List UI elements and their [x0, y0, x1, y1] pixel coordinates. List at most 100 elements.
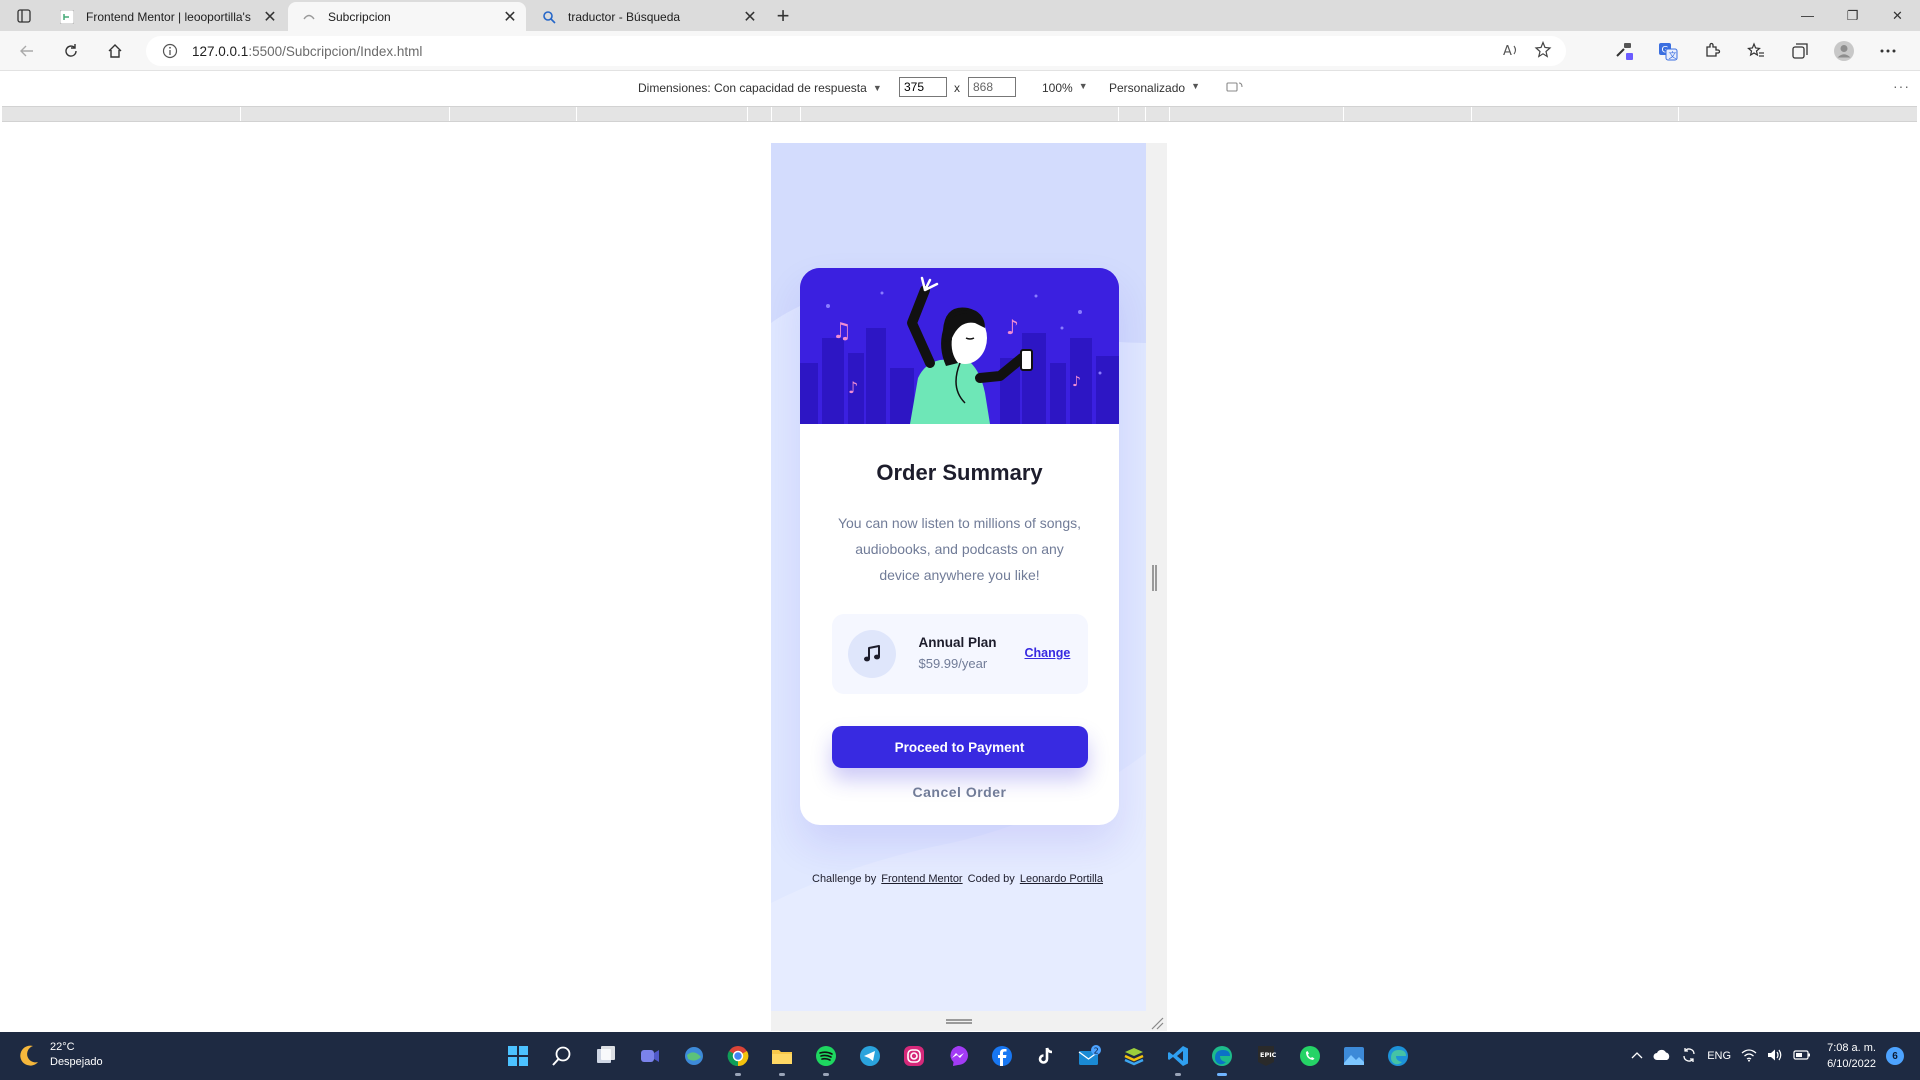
challenge-by-text: Challenge by: [812, 873, 877, 885]
weather-temp: 22°C: [50, 1041, 75, 1053]
vscode-icon[interactable]: [1162, 1040, 1194, 1076]
edge-dev-icon[interactable]: [1382, 1040, 1414, 1072]
device-viewport: ♫ ♪ ♪ ♪ Order Summary You can now listen…: [771, 143, 1146, 1011]
throttle-value: Personalizado: [1109, 81, 1186, 95]
svg-text:A: A: [1503, 44, 1512, 59]
close-tab-icon[interactable]: ✕: [740, 7, 760, 27]
media-query-ruler[interactable]: [2, 106, 1917, 122]
order-summary-description: You can now listen to millions of songs,…: [837, 515, 1082, 583]
volume-icon[interactable]: [1767, 1048, 1783, 1065]
translate-icon[interactable]: G文: [1646, 38, 1690, 64]
profile-avatar-icon[interactable]: [1822, 38, 1866, 64]
chevron-down-icon: ▼: [872, 83, 882, 93]
dimensions-select[interactable]: Dimensiones: Con capacidad de respuesta …: [638, 81, 882, 95]
notification-badge[interactable]: 6: [1886, 1047, 1904, 1065]
close-tab-icon[interactable]: ✕: [500, 7, 520, 27]
telegram-icon[interactable]: [854, 1040, 886, 1072]
messenger-icon[interactable]: [942, 1040, 974, 1072]
settings-more-icon[interactable]: [1866, 38, 1910, 64]
restore-icon[interactable]: ❐: [1830, 0, 1875, 31]
author-link[interactable]: Leonardo Portilla: [1020, 873, 1103, 885]
dimensions-label: Dimensiones: Con capacidad de respuesta: [638, 81, 867, 95]
rotate-device-icon[interactable]: [1226, 80, 1244, 97]
cancel-order-button[interactable]: Cancel Order: [913, 784, 1007, 800]
wifi-icon[interactable]: [1741, 1048, 1757, 1065]
svg-text:♪: ♪: [848, 378, 858, 397]
instagram-icon[interactable]: [898, 1040, 930, 1072]
zoom-select[interactable]: 100% ▼: [1042, 81, 1088, 95]
bluestacks-icon[interactable]: [1118, 1040, 1150, 1072]
file-explorer-icon[interactable]: [766, 1040, 798, 1076]
address-bar[interactable]: 127.0.0.1:5500/Subcripcion/Index.html A: [146, 36, 1566, 66]
home-icon[interactable]: [102, 39, 128, 63]
tab-actions-icon[interactable]: [14, 6, 34, 26]
epic-games-icon[interactable]: EPIC: [1250, 1040, 1282, 1072]
svg-text:♪: ♪: [1072, 374, 1081, 390]
plan-price: $59.99/year: [918, 656, 988, 671]
tab-traductor[interactable]: traductor - Búsqueda ✕: [528, 2, 766, 31]
mail-icon[interactable]: 2: [1074, 1040, 1106, 1072]
teams-chat-icon[interactable]: [634, 1040, 666, 1072]
add-favorite-icon[interactable]: [1534, 40, 1552, 64]
battery-icon[interactable]: [1793, 1049, 1811, 1064]
weather-widget[interactable]: 22°C Despejado: [16, 1040, 103, 1070]
windows-taskbar: 22°C Despejado 2 EPIC ENG 7:08 a. m. 6/1…: [0, 1032, 1920, 1080]
whatsapp-icon[interactable]: [1294, 1040, 1326, 1072]
moon-icon: [20, 1045, 38, 1066]
close-window-icon[interactable]: ✕: [1875, 0, 1920, 31]
tab-subcripcion[interactable]: Subcripcion ✕: [288, 2, 526, 31]
chevron-down-icon: ▼: [1078, 81, 1088, 91]
chevron-up-icon[interactable]: [1631, 1050, 1643, 1062]
read-aloud-icon[interactable]: A: [1502, 41, 1520, 64]
tab-frontend-mentor[interactable]: Frontend Mentor | leooportilla's ✕: [46, 2, 286, 31]
favorites-icon[interactable]: [1734, 38, 1778, 64]
collections-icon[interactable]: [1778, 38, 1822, 64]
device-width-input[interactable]: [899, 77, 947, 97]
zoom-value: 100%: [1042, 81, 1073, 95]
extensions-icon[interactable]: [1690, 38, 1734, 64]
back-icon[interactable]: [14, 39, 40, 63]
device-height-input[interactable]: [968, 77, 1016, 97]
close-tab-icon[interactable]: ✕: [260, 7, 280, 27]
widgets-icon[interactable]: [678, 1040, 710, 1072]
onedrive-icon[interactable]: [1653, 1049, 1671, 1064]
music-note-icon: [847, 630, 896, 678]
sync-icon[interactable]: [1681, 1047, 1697, 1066]
clock[interactable]: 7:08 a. m. 6/10/2022: [1827, 1040, 1876, 1072]
tiktok-icon[interactable]: [1030, 1040, 1062, 1072]
edge-icon[interactable]: [1206, 1040, 1238, 1076]
browser-toolbar: 127.0.0.1:5500/Subcripcion/Index.html A …: [0, 31, 1920, 71]
spotify-icon[interactable]: [810, 1040, 842, 1076]
proceed-to-payment-button[interactable]: Proceed to Payment: [831, 726, 1088, 768]
change-plan-link[interactable]: Change: [1025, 646, 1071, 660]
search-icon[interactable]: [546, 1040, 578, 1072]
plan-name: Annual Plan: [918, 635, 997, 650]
card-body: Order Summary You can now listen to mill…: [800, 424, 1119, 800]
clock-date: 6/10/2022: [1827, 1058, 1876, 1070]
frontend-mentor-link[interactable]: Frontend Mentor: [881, 873, 962, 885]
language-indicator[interactable]: ENG: [1707, 1050, 1731, 1062]
url-path: :5500/Subcripcion/Index.html: [248, 43, 423, 59]
devtools-extension-icon[interactable]: [1602, 38, 1646, 64]
clock-time: 7:08 a. m.: [1827, 1042, 1876, 1054]
page-favicon-icon: [302, 10, 316, 24]
site-info-icon[interactable]: [160, 41, 180, 61]
resize-handle-bottom[interactable]: [946, 1019, 972, 1024]
minimize-icon[interactable]: —: [1785, 0, 1830, 31]
dancing-person-illustration: ♫ ♪ ♪ ♪: [800, 268, 1119, 424]
reload-icon[interactable]: [58, 39, 84, 63]
search-favicon-icon: [542, 10, 556, 24]
throttle-select[interactable]: Personalizado ▼: [1109, 81, 1200, 95]
windows-start-icon[interactable]: [502, 1040, 534, 1072]
device-more-options-icon[interactable]: ···: [1893, 78, 1910, 94]
task-view-icon[interactable]: [590, 1040, 622, 1072]
chrome-icon[interactable]: [722, 1040, 754, 1076]
facebook-icon[interactable]: [986, 1040, 1018, 1072]
new-tab-icon[interactable]: +: [771, 3, 795, 28]
resize-handle-right[interactable]: [1152, 565, 1157, 591]
frontend-mentor-favicon-icon: [60, 9, 74, 24]
address-bar-actions: A: [1502, 40, 1552, 64]
resize-corner-icon[interactable]: [1150, 1016, 1164, 1030]
url-text: 127.0.0.1:5500/Subcripcion/Index.html: [192, 44, 422, 59]
photos-icon[interactable]: [1338, 1040, 1370, 1072]
